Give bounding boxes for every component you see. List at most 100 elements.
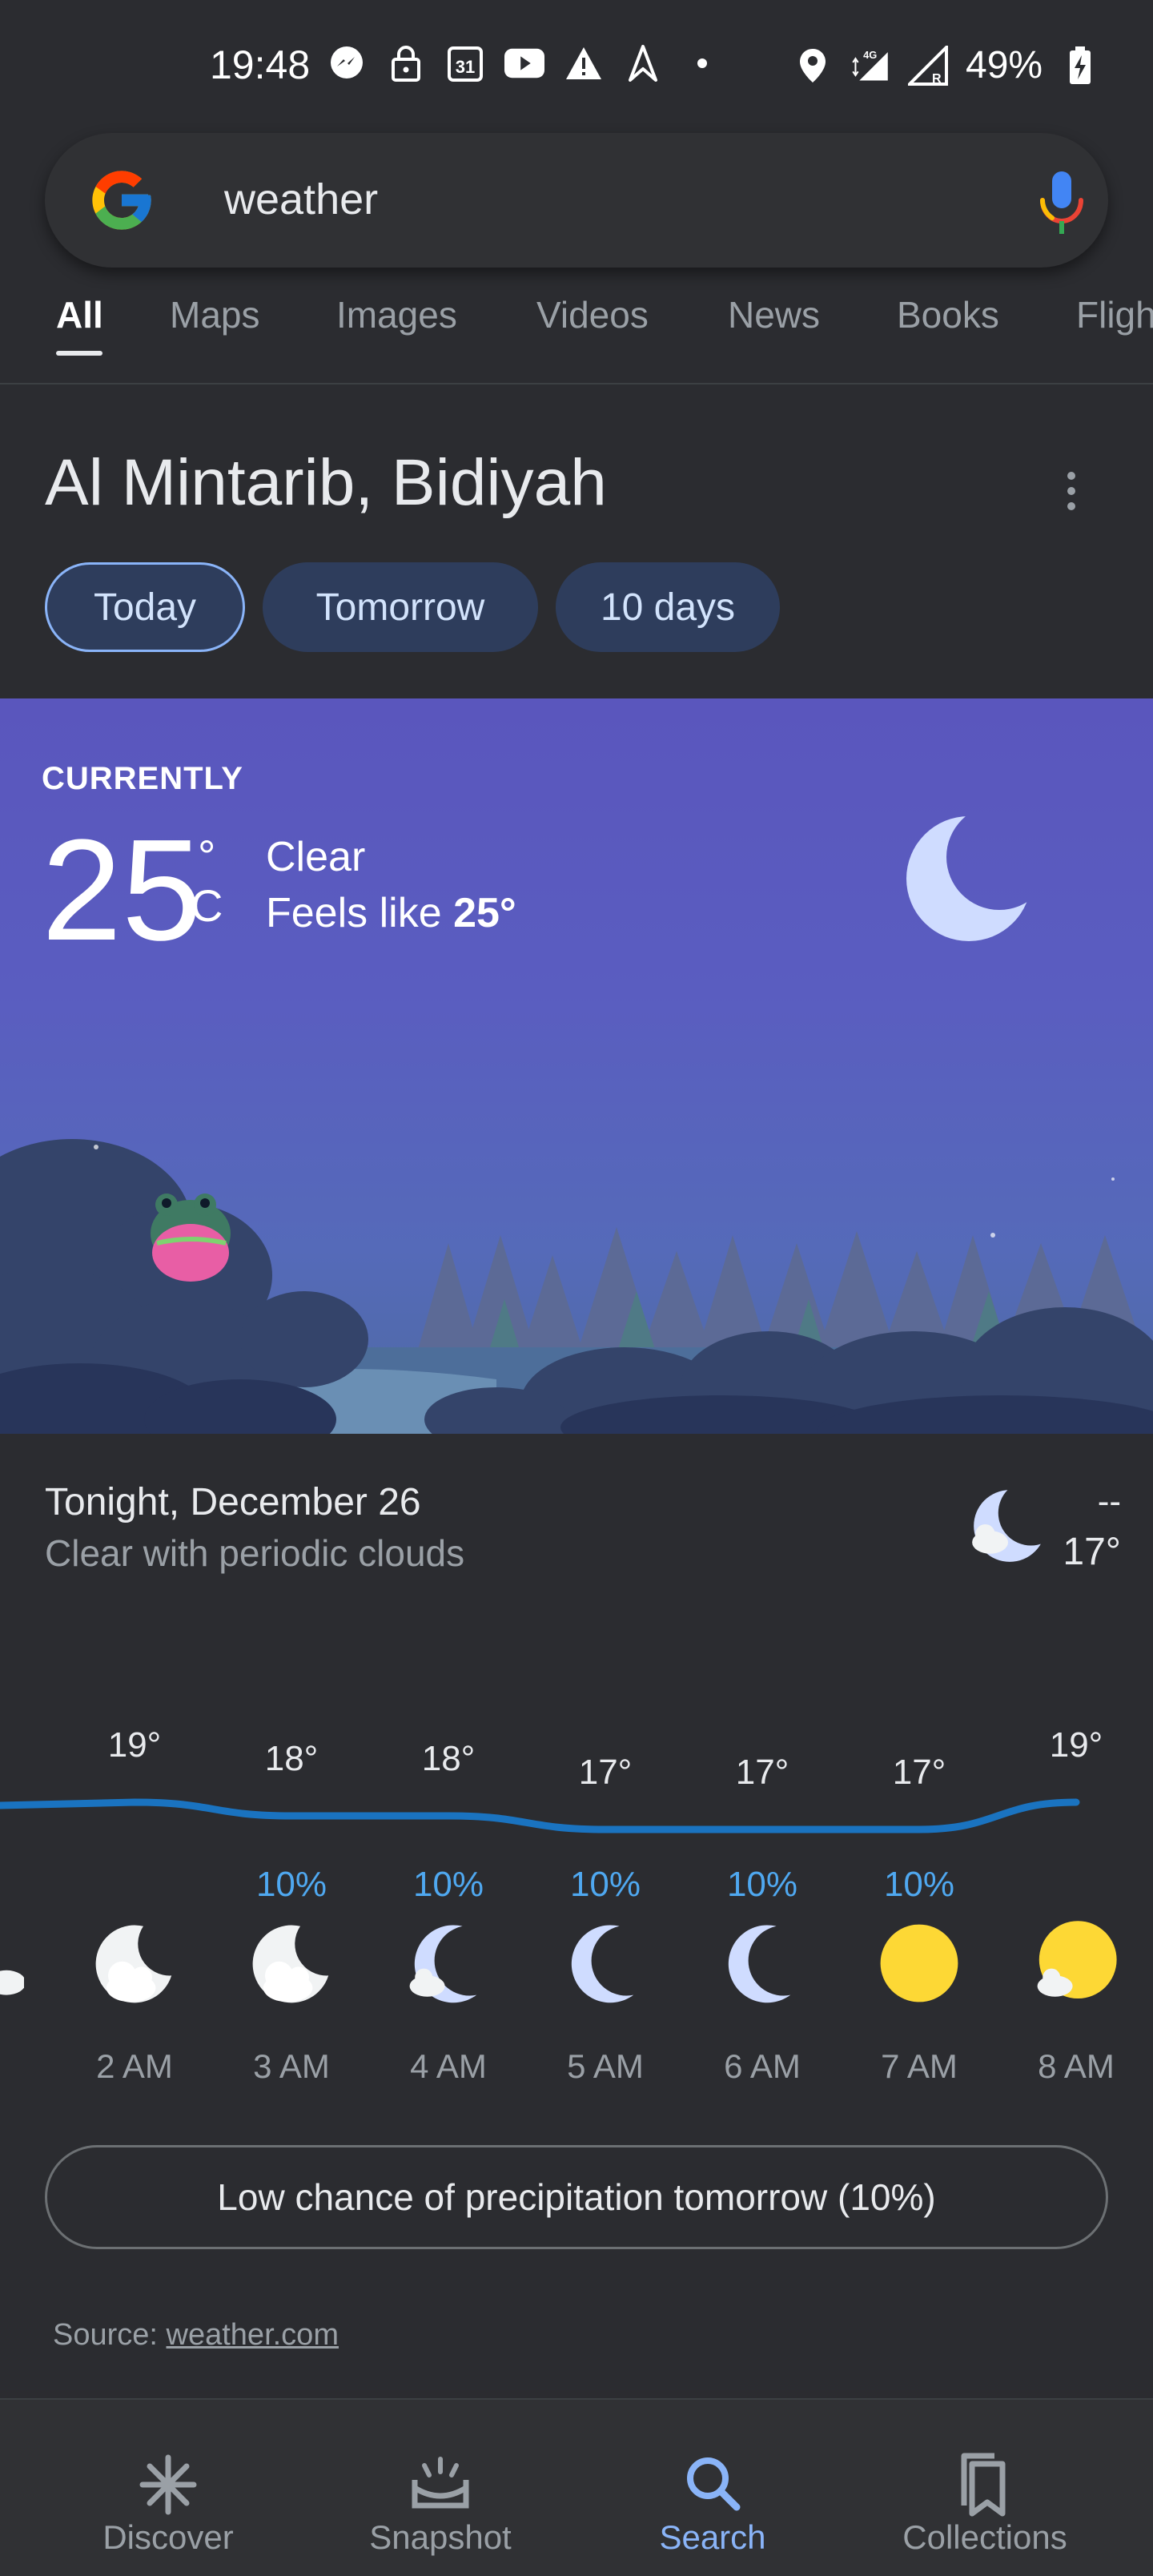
- hour-precipitation: 10%: [569, 1865, 641, 1904]
- signal-4g-icon: 4G: [850, 46, 890, 86]
- hour-label: 4 AM: [410, 2047, 487, 2085]
- lock-icon: [386, 43, 426, 83]
- hour-temp: 18°: [421, 1739, 476, 1778]
- search-box[interactable]: weather: [45, 133, 1108, 268]
- chip-10-days[interactable]: 10 days: [556, 562, 780, 652]
- moon-cloud-icon: [90, 1919, 179, 2007]
- tonight-high: --: [1097, 1482, 1121, 1521]
- current-condition: Clear: [266, 834, 366, 880]
- tab-videos[interactable]: Videos: [536, 293, 649, 336]
- nav-discover-label: Discover: [102, 2518, 234, 2556]
- moon-cloud-icon: [0, 1919, 26, 2007]
- svg-text:31: 31: [456, 57, 475, 77]
- google-logo-icon: [86, 165, 157, 235]
- tab-books[interactable]: Books: [897, 293, 999, 336]
- search-query[interactable]: weather: [224, 175, 378, 224]
- battery-percent: 49%: [966, 44, 1043, 87]
- crescent-moon-icon: [561, 1919, 649, 2007]
- active-tab-indicator: [56, 351, 102, 356]
- more-options-icon[interactable]: [1054, 469, 1089, 513]
- crescent-moon-icon: [718, 1919, 806, 2007]
- nav-search[interactable]: Search: [576, 2400, 849, 2576]
- unit-degree: °: [198, 831, 216, 881]
- youtube-icon: [504, 43, 544, 83]
- weather-scene: CURRENTLY 25 ° C Clear Feels like 25°: [0, 698, 1153, 1434]
- tab-images[interactable]: Images: [336, 293, 457, 336]
- current-temperature: 25: [42, 810, 203, 971]
- temperature-unit: ° C: [191, 831, 223, 930]
- bottom-navigation: Discover Snapshot Search Collections: [0, 2398, 1153, 2576]
- nav-discover[interactable]: Discover: [32, 2400, 304, 2576]
- svg-text:R: R: [932, 72, 942, 86]
- signal-r-icon: R: [908, 45, 948, 86]
- chip-tomorrow[interactable]: Tomorrow: [263, 562, 538, 652]
- system-icons: 4G R 49%: [793, 43, 1100, 87]
- chip-today[interactable]: Today: [45, 562, 245, 652]
- arrow-icon: [623, 43, 663, 83]
- source-attribution: Source: weather.com: [53, 2318, 339, 2353]
- tab-news[interactable]: News: [728, 293, 820, 336]
- hour-precipitation: 10%: [412, 1865, 484, 1904]
- tab-maps[interactable]: Maps: [170, 293, 259, 336]
- hour-temp: 19°: [107, 1725, 162, 1765]
- tonight-title: Tonight, December 26: [45, 1481, 421, 1523]
- tab-all[interactable]: All: [56, 293, 103, 336]
- nav-collections[interactable]: Collections: [849, 2400, 1121, 2576]
- hour-precipitation: 10%: [726, 1865, 798, 1904]
- hour-temp: 17°: [892, 1753, 946, 1792]
- hour-label-partial: M: [0, 2047, 8, 2086]
- hourly-forecast[interactable]: ° M 19° 2 AM 18° 10% 3 AM 18° 10% 4 AM 17° 10% 5 A…: [0, 1682, 1153, 2115]
- feels-like: Feels like 25°: [266, 889, 516, 937]
- tabs-divider: [0, 383, 1153, 384]
- landscape-illustration: [0, 1139, 1153, 1434]
- mic-icon[interactable]: [1030, 168, 1094, 237]
- hour-temp-partial: °: [0, 1713, 24, 1753]
- hour-label: 8 AM: [1038, 2047, 1115, 2085]
- alert-icon: [564, 43, 604, 83]
- hour-label: 3 AM: [253, 2047, 330, 2085]
- precipitation-note-button[interactable]: Low chance of precipitation tomorrow (10…: [45, 2145, 1108, 2249]
- search-icon: [673, 2448, 753, 2520]
- feels-like-value: 25°: [453, 890, 516, 936]
- crescent-moon-icon: [905, 811, 1033, 947]
- status-time: 19:48: [210, 42, 311, 87]
- notification-icons: 31: [327, 43, 722, 83]
- hour-temp: 17°: [735, 1753, 789, 1792]
- hour-temp: 18°: [264, 1739, 319, 1778]
- nav-snapshot-label: Snapshot: [369, 2518, 512, 2556]
- hour-label: 5 AM: [567, 2047, 644, 2085]
- moon-cloud-icon: [247, 1919, 335, 2007]
- battery-charging-icon: [1060, 46, 1100, 86]
- nav-snapshot[interactable]: Snapshot: [304, 2400, 576, 2576]
- svg-text:4G: 4G: [863, 49, 877, 61]
- hour-precipitation: 10%: [883, 1865, 955, 1904]
- crescent-cloud-icon: [404, 1919, 492, 2007]
- unit-letter: C: [191, 879, 223, 931]
- collections-icon: [945, 2448, 1025, 2520]
- dot-icon: [682, 43, 722, 83]
- source-label: Source:: [53, 2318, 158, 2352]
- calendar-icon: 31: [445, 43, 485, 83]
- location-icon: [793, 46, 833, 86]
- snapshot-icon: [400, 2448, 480, 2520]
- temperature-trend-line: [0, 1798, 1080, 1833]
- sun-cloud-icon: [1032, 1919, 1120, 2007]
- sun-icon: [875, 1919, 963, 2007]
- feels-like-label: Feels like: [266, 890, 442, 936]
- tonight-low: 17°: [1063, 1531, 1121, 1573]
- tab-flights[interactable]: Fligh: [1076, 293, 1153, 336]
- messenger-icon: [327, 43, 367, 83]
- search-tabs: All Maps Images Videos News Books Fligh: [0, 288, 1153, 384]
- hour-temp: 17°: [578, 1753, 633, 1792]
- status-bar: 19:48 31 4G R 49%: [0, 0, 1153, 128]
- hour-label: 6 AM: [724, 2047, 801, 2085]
- hour-label: 7 AM: [881, 2047, 958, 2085]
- tonight-description: Clear with periodic clouds: [45, 1532, 465, 1574]
- currently-label: CURRENTLY: [42, 761, 243, 796]
- hour-precipitation: 10%: [255, 1865, 327, 1904]
- location-title: Al Mintarib, Bidiyah: [45, 446, 607, 519]
- source-link[interactable]: weather.com: [167, 2318, 339, 2352]
- nav-search-label: Search: [659, 2518, 766, 2556]
- hour-temp: 19°: [1049, 1725, 1103, 1765]
- asterisk-icon: [128, 2448, 208, 2520]
